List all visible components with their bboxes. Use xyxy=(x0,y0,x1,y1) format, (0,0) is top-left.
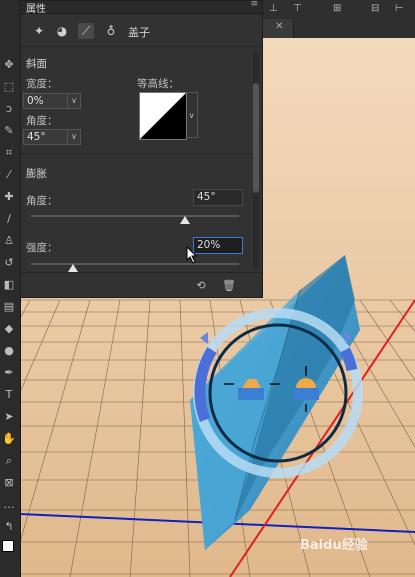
stamp-tool-icon[interactable]: ♙ xyxy=(2,234,16,248)
contour-label: 等高线： xyxy=(137,78,179,90)
reset-icon[interactable]: ⟲ xyxy=(194,279,208,293)
quick-select-tool-icon[interactable]: ✎ xyxy=(2,124,16,138)
double-chevron-icon[interactable]: ≡ xyxy=(250,0,258,9)
bevel-section-title: 斜面 xyxy=(26,58,47,70)
bevel-angle-label: 角度： xyxy=(26,115,58,127)
marquee-tool-icon[interactable]: ⬚ xyxy=(2,80,16,94)
bevel-width-dropdown[interactable]: 0% ∨ xyxy=(23,93,81,109)
more-tools-icon[interactable]: … xyxy=(2,498,16,512)
crop-tool-icon[interactable]: ⌗ xyxy=(2,146,16,160)
cap-tab-icon[interactable]: ⟋ xyxy=(78,23,94,39)
footer-divider xyxy=(21,272,262,273)
hand-tool-icon[interactable]: ✋ xyxy=(2,432,16,446)
bevel-width-value: 0% xyxy=(27,95,44,107)
healing-brush-icon[interactable]: ✚ xyxy=(2,190,16,204)
inflate-angle-slider[interactable] xyxy=(31,215,239,217)
distribute-icon[interactable]: ⊞ xyxy=(333,3,341,14)
zoom-tool-icon[interactable]: ⌕ xyxy=(2,454,16,468)
align-center-icon[interactable]: ⊤ xyxy=(293,3,302,14)
eraser-tool-icon[interactable]: ◧ xyxy=(2,278,16,292)
history-brush-icon[interactable]: ↺ xyxy=(2,256,16,270)
panel-tabs: ✦ ◕ ⟋ ♁ 盖子 xyxy=(21,14,262,47)
chevron-down-icon[interactable]: ∨ xyxy=(186,92,198,138)
scrollbar-thumb[interactable] xyxy=(253,83,259,193)
mesh-tab-icon[interactable]: ✦ xyxy=(31,23,47,39)
watermark: Baidu经验 xyxy=(300,538,368,553)
inflate-strength-input[interactable]: 20% xyxy=(193,237,243,254)
bevel-angle-value: 45° xyxy=(27,131,46,143)
distribute-right-icon[interactable]: ⊢ xyxy=(395,3,404,14)
eyedropper-tool-icon[interactable]: ⁄ xyxy=(2,168,16,182)
frame-tool-icon[interactable]: ⊠ xyxy=(2,476,16,490)
document-tab[interactable]: ✕ xyxy=(263,19,294,38)
section-divider xyxy=(21,153,253,154)
foreground-color-swatch[interactable] xyxy=(2,540,14,552)
move-tool-icon[interactable]: ✥ xyxy=(2,58,16,72)
pen-tool-icon[interactable]: ✒ xyxy=(2,366,16,380)
inflate-angle-input[interactable]: 45° xyxy=(193,189,243,206)
inflate-strength-slider[interactable] xyxy=(31,263,239,265)
coordinates-tab-icon[interactable]: ♁ xyxy=(103,23,119,39)
inflate-angle-slider-thumb[interactable] xyxy=(179,216,190,224)
deform-tab-icon[interactable]: ◕ xyxy=(54,23,70,39)
tools-panel: ✥ ⬚ ↄ ✎ ⌗ ⁄ ✚ ∕ ♙ ↺ ◧ ▤ ◆ ● ✒ T ➤ ✋ ⌕ ⊠ … xyxy=(0,0,21,577)
bevel-width-label: 宽度： xyxy=(26,78,58,90)
distribute-center-icon[interactable]: ⊟ xyxy=(371,3,379,14)
inflate-angle-label: 角度： xyxy=(26,195,58,207)
inflate-strength-slider-thumb[interactable] xyxy=(67,264,78,272)
swap-colors-icon[interactable]: ↰ xyxy=(2,520,16,534)
trash-icon[interactable]: 🗑 xyxy=(222,279,236,293)
gradient-tool-icon[interactable]: ▤ xyxy=(2,300,16,314)
path-select-icon[interactable]: ➤ xyxy=(2,410,16,424)
chevron-down-icon: ∨ xyxy=(67,94,80,108)
mouse-cursor-icon xyxy=(186,246,198,264)
tab-label: 盖子 xyxy=(128,26,150,39)
document-tab-strip: ⊥ ⊤ ⊞ ⊟ ⊢ ✕ xyxy=(263,0,415,38)
dodge-tool-icon[interactable]: ● xyxy=(2,344,16,358)
contour-preview[interactable] xyxy=(139,92,187,140)
blur-tool-icon[interactable]: ◆ xyxy=(2,322,16,336)
type-tool-icon[interactable]: T xyxy=(2,388,16,402)
bevel-angle-dropdown[interactable]: 45° ∨ xyxy=(23,129,81,145)
properties-panel: 属性 ≡ ✦ ◕ ⟋ ♁ 盖子 斜面 宽度： 等高线： 0% ∨ 角度： 45°… xyxy=(20,0,263,298)
lasso-tool-icon[interactable]: ↄ xyxy=(2,102,16,116)
brush-tool-icon[interactable]: ∕ xyxy=(2,212,16,226)
align-icon[interactable]: ⊥ xyxy=(269,3,278,14)
panel-title-bar[interactable]: 属性 ≡ xyxy=(21,0,262,15)
panel-title: 属性 xyxy=(26,4,46,15)
inflate-strength-label: 强度： xyxy=(26,242,58,254)
inflate-section-title: 膨胀 xyxy=(26,168,47,180)
close-icon[interactable]: ✕ xyxy=(275,21,283,32)
panel-scrollbar[interactable] xyxy=(253,51,259,269)
chevron-down-icon: ∨ xyxy=(67,130,80,144)
